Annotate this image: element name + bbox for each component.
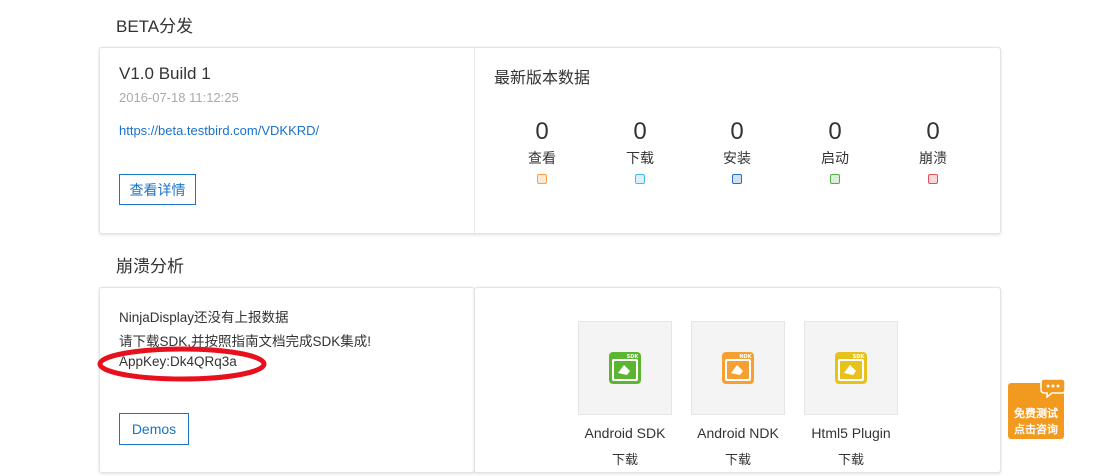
crash-info-card: NinjaDisplay还没有上报数据 请下载SDK,并按照指南文档完成SDK集… — [97, 287, 475, 473]
sdk-item-android[interactable]: SDK Android SDK 下载 — [568, 321, 682, 468]
legend-swatch — [830, 174, 840, 184]
beta-card: V1.0 Build 1 2016-07-18 11:12:25 https:/… — [99, 47, 1001, 234]
beta-section-title: BETA分发 — [116, 17, 194, 36]
sdk-icon-box: SDK — [578, 321, 672, 415]
sdk-name: Android NDK — [697, 425, 779, 441]
sdk-card: SDK Android SDK 下载 NDK Android NDK 下载 SD… — [474, 287, 1001, 473]
html5-plugin-icon: SDK — [835, 352, 867, 384]
stat-label: 启动 — [821, 150, 849, 166]
android-sdk-icon: SDK — [609, 352, 641, 384]
sdk-item-ndk[interactable]: NDK Android NDK 下载 — [681, 321, 795, 468]
android-ndk-icon: NDK — [722, 352, 754, 384]
stat-launches: 0 启动 — [805, 118, 865, 184]
legend-swatch — [732, 174, 742, 184]
sdk-download-link[interactable]: 下载 — [794, 449, 908, 468]
chat-bubble-icon — [1040, 378, 1066, 399]
sdk-download-link[interactable]: 下载 — [681, 449, 795, 468]
crash-section-title: 崩溃分析 — [116, 257, 184, 276]
version-title: V1.0 Build 1 — [119, 64, 211, 83]
stat-value: 0 — [633, 118, 647, 145]
legend-swatch — [928, 174, 938, 184]
stat-value: 0 — [730, 118, 744, 145]
legend-swatch — [537, 174, 547, 184]
stat-value: 0 — [535, 118, 549, 145]
stat-downloads: 0 下载 — [610, 118, 670, 184]
sdk-badge-text: SDK — [853, 354, 866, 360]
sdk-download-link[interactable]: 下载 — [568, 449, 682, 468]
legend-swatch — [635, 174, 645, 184]
stat-label: 查看 — [528, 150, 556, 166]
stat-views: 0 查看 — [512, 118, 572, 184]
sdk-badge-text: SDK — [627, 354, 640, 360]
sdk-icon-box: SDK — [804, 321, 898, 415]
version-timestamp: 2016-07-18 11:12:25 — [119, 90, 239, 105]
stat-installs: 0 安装 — [707, 118, 767, 184]
free-test-consult-button[interactable]: 免费测试 点击咨询 — [1008, 378, 1066, 439]
sdk-item-html5[interactable]: SDK Html5 Plugin 下载 — [794, 321, 908, 468]
sdk-name: Android SDK — [584, 425, 666, 441]
stats-title: 最新版本数据 — [494, 70, 591, 87]
stat-label: 安装 — [723, 150, 751, 166]
sdk-icon-box: NDK — [691, 321, 785, 415]
stat-crashes: 0 崩溃 — [903, 118, 963, 184]
sdk-name: Html5 Plugin — [811, 425, 891, 441]
stat-value: 0 — [926, 118, 940, 145]
float-line2: 点击咨询 — [1014, 424, 1058, 436]
card-divider — [474, 48, 475, 233]
beta-download-link[interactable]: https://beta.testbird.com/VDKKRD/ — [119, 123, 319, 138]
sdk-badge-text: NDK — [739, 354, 752, 360]
no-data-message: NinjaDisplay还没有上报数据 — [119, 310, 289, 325]
stat-label: 崩溃 — [919, 150, 947, 166]
appkey-highlight-ellipse — [97, 346, 267, 382]
float-line1: 免费测试 — [1014, 408, 1058, 420]
stat-value: 0 — [828, 118, 842, 145]
stat-label: 下载 — [626, 150, 654, 166]
demos-button[interactable]: Demos — [119, 413, 189, 445]
view-details-button[interactable]: 查看详情 — [119, 174, 196, 205]
